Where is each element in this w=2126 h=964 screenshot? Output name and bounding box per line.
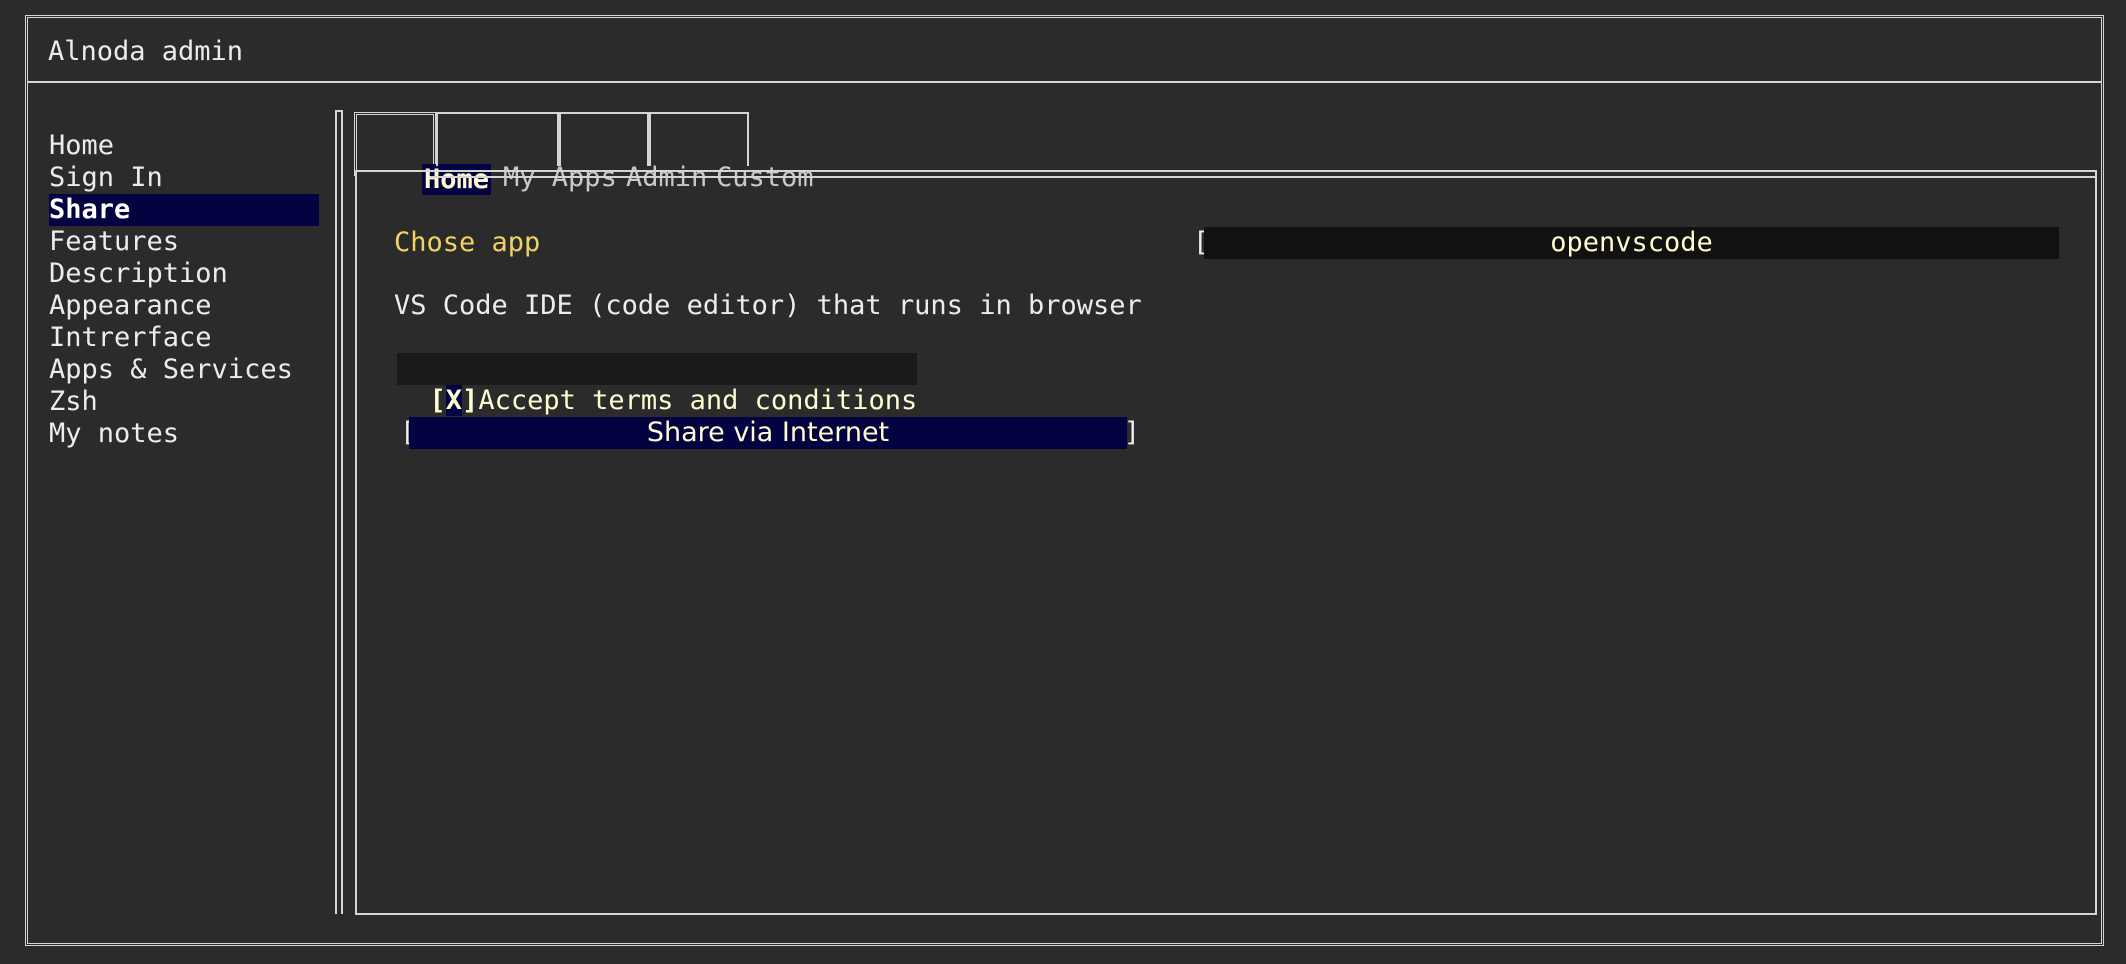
checkbox-mark: [X]	[429, 385, 479, 416]
tab-my-apps[interactable]: My Apps	[436, 112, 617, 193]
checkbox-close-bracket: ]	[462, 385, 479, 416]
app-select[interactable]: [ openvscode	[1193, 227, 2059, 259]
sidebar-item-description[interactable]: Description	[49, 258, 319, 290]
sidebar-item-intrerface[interactable]: Intrerface	[49, 322, 319, 354]
scrollbar-cap	[335, 110, 343, 112]
sidebar-item-apps-services[interactable]: Apps & Services	[49, 354, 319, 386]
sidebar-item-share[interactable]: Share	[49, 194, 319, 226]
accept-terms-checkbox[interactable]: [X]Accept terms and conditions	[397, 353, 918, 416]
accept-terms-label: Accept terms and conditions	[478, 385, 918, 416]
sidebar-item-features[interactable]: Features	[49, 226, 319, 258]
sidebar-item-home[interactable]: Home	[49, 130, 319, 162]
checkbox-x: X	[445, 385, 463, 416]
title-divider	[28, 81, 2101, 83]
tab-custom[interactable]: Custom	[649, 112, 814, 193]
tab-home[interactable]: Home	[354, 112, 492, 195]
button-right-bracket: ]	[1123, 417, 1140, 448]
app-title: Alnoda admin	[48, 36, 244, 67]
checkbox-open-bracket: [	[429, 385, 446, 416]
share-via-internet-button[interactable]: [ Share via Internet ]	[400, 417, 1140, 449]
sidebar-menu: Home Sign In Share Features Description …	[49, 130, 319, 450]
sidebar-item-zsh[interactable]: Zsh	[49, 386, 319, 418]
share-button-label: Share via Internet	[409, 417, 1127, 449]
sidebar-item-appearance[interactable]: Appearance	[49, 290, 319, 322]
content-panel	[355, 170, 2097, 915]
vertical-scrollbar[interactable]	[335, 110, 343, 914]
app-select-value: openvscode	[1204, 227, 2059, 259]
app-description: VS Code IDE (code editor) that runs in b…	[394, 290, 1142, 321]
sidebar-item-sign-in[interactable]: Sign In	[49, 162, 319, 194]
sidebar-item-my-notes[interactable]: My notes	[49, 418, 319, 450]
tab-admin[interactable]: Admin	[559, 112, 707, 193]
chose-app-label: Chose app	[394, 227, 541, 258]
content-panel-edge	[430, 176, 2097, 178]
